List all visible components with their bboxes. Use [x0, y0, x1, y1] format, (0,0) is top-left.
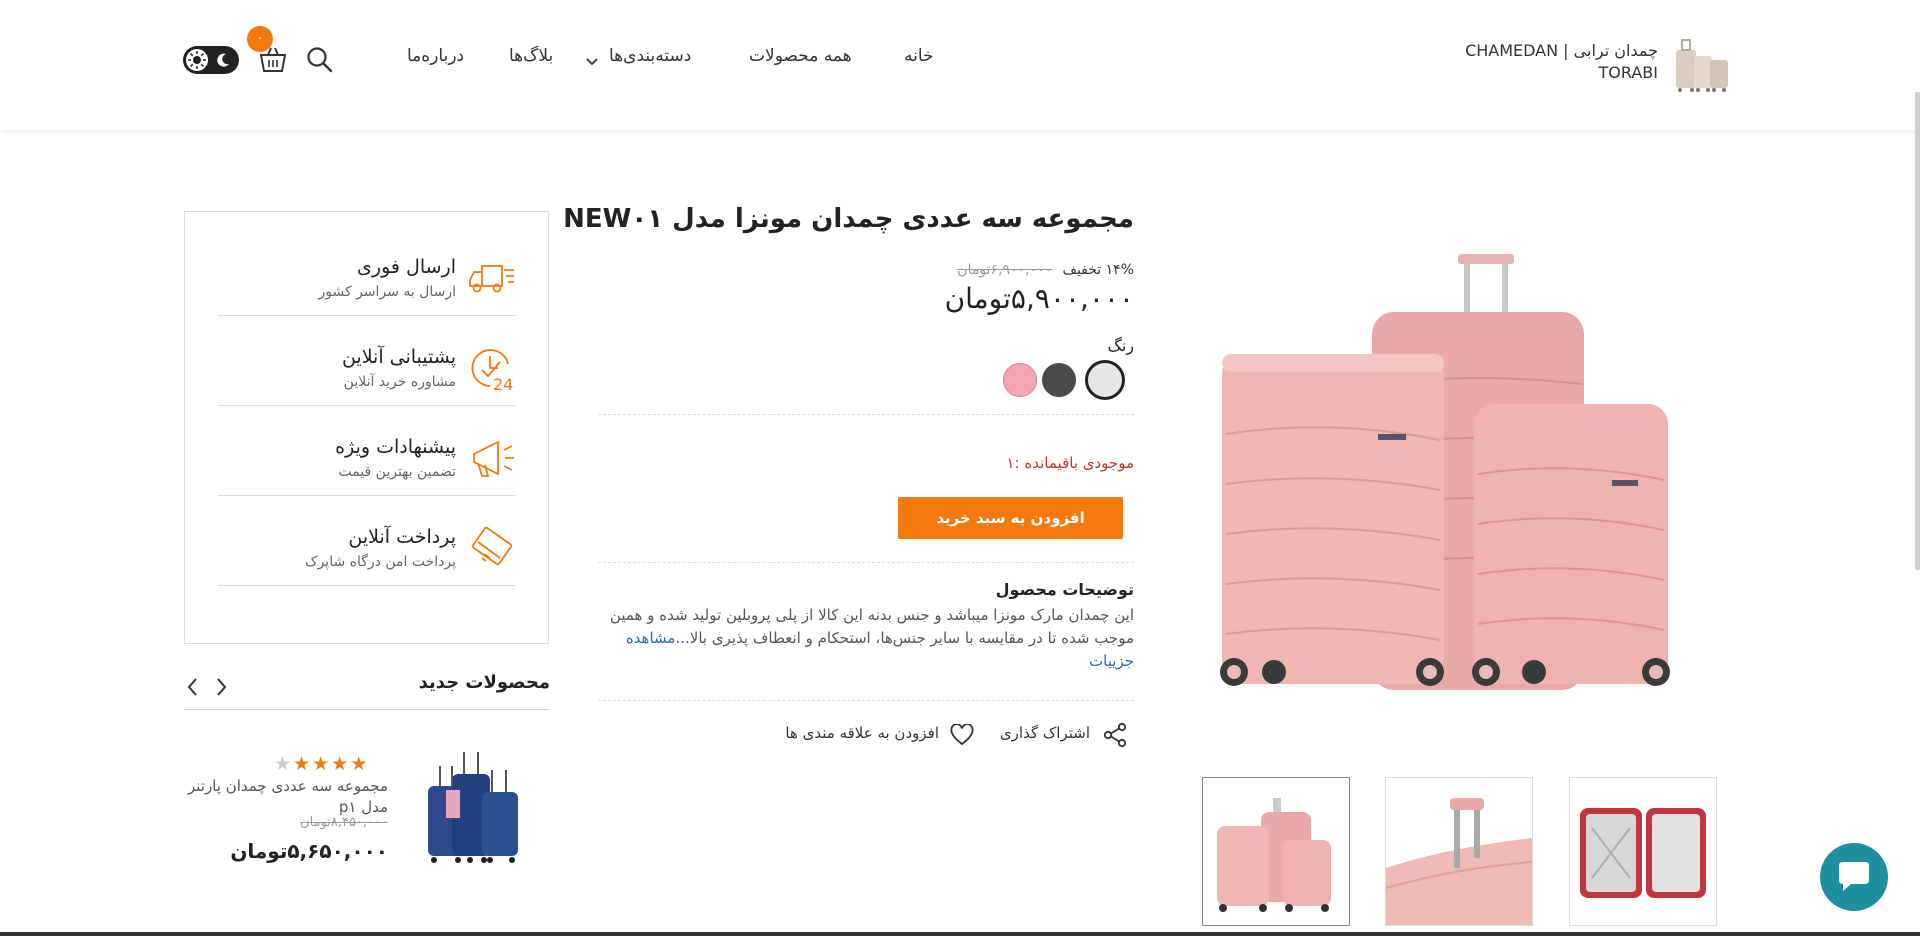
feature-online-payment: پرداخت آنلاین پرداخت امن درگاه شاپرک [218, 496, 516, 586]
brand-logo[interactable] [1672, 36, 1734, 94]
rating-stars: ★★★★★ [274, 753, 369, 775]
nav-blogs[interactable]: بلاگ‌ها [509, 46, 553, 66]
divider [598, 562, 1134, 563]
chevron-right-icon[interactable] [214, 677, 228, 701]
brand-name[interactable]: چمدان ترابی | CHAMEDAN TORABI [1458, 40, 1658, 84]
svg-text:24: 24 [493, 375, 513, 392]
chat-button[interactable] [1820, 843, 1888, 911]
share-icon[interactable] [1102, 722, 1128, 752]
thumbnail-3[interactable] [1569, 777, 1717, 926]
description-text: این چمدان مارک مونزا میباشد و جنس بدنه ا… [609, 606, 1134, 647]
feature-subtitle: مشاوره خرید آنلاین [343, 374, 456, 390]
new-product-name[interactable]: مجموعه سه عددی چمدان پارتنر مدل p۱ [178, 776, 388, 818]
chevron-down-icon[interactable] [586, 52, 598, 71]
price-line: ۱۴% تخفیف ۶,۹۰۰,۰۰۰تومان [957, 262, 1134, 278]
product-description: این چمدان مارک مونزا میباشد و جنس بدنه ا… [598, 604, 1134, 673]
site-header: چمدان ترابی | CHAMEDAN TORABI خانه همه م… [0, 0, 1920, 130]
thumbnail-2[interactable] [1385, 777, 1533, 926]
search-icon[interactable] [306, 46, 334, 78]
divider [598, 700, 1134, 701]
bottom-bar [0, 932, 1920, 936]
feature-subtitle: ارسال به سراسر کشور [318, 284, 456, 300]
share-label[interactable]: اشتراک گذاری [1000, 724, 1090, 742]
discount-label: ۱۴% تخفیف [1062, 262, 1134, 278]
theme-toggle[interactable] [183, 46, 239, 74]
megaphone-icon [468, 434, 516, 482]
nav-categories[interactable]: دسته‌بندی‌ها [609, 46, 691, 66]
feature-title: پرداخت آنلاین [348, 526, 456, 548]
star-filled-icon: ★ [293, 753, 313, 775]
feature-subtitle: پرداخت امن درگاه شاپرک [305, 554, 456, 570]
color-swatch-light-gray[interactable] [1085, 360, 1125, 400]
feature-title: ارسال فوری [357, 256, 456, 278]
nav-home[interactable]: خانه [904, 46, 934, 66]
new-product-old-price: ۸,۴۵۰,۰۰۰تومان [300, 815, 388, 830]
truck-icon [468, 254, 516, 302]
feature-title: پشتیبانی آنلاین [341, 346, 456, 368]
heart-icon[interactable] [950, 723, 974, 750]
thumbnail-1[interactable] [1202, 777, 1350, 926]
color-swatch-pink[interactable] [1003, 363, 1037, 397]
stock-status: موجودی باقیمانده :۱ [1006, 454, 1134, 472]
description-title: توضیحات محصول [995, 580, 1134, 599]
product-main-image[interactable] [1202, 244, 1718, 742]
new-product-price: ۵,۶۵۰,۰۰۰تومان [230, 839, 388, 863]
color-label: رنگ [1107, 336, 1135, 355]
support-24-icon: 24 [468, 344, 516, 394]
color-swatch-dark-gray[interactable] [1042, 363, 1076, 397]
feature-fast-shipping: ارسال فوری ارسال به سراسر کشور [218, 226, 516, 316]
star-empty-icon: ★ [274, 753, 294, 775]
feature-special-offers: پیشنهادات ویژه تضمین بهترین قیمت [218, 406, 516, 496]
page-scrollbar[interactable] [1915, 92, 1920, 570]
feature-title: پیشنهادات ویژه [335, 436, 456, 458]
star-filled-icon: ★ [312, 753, 332, 775]
cart-count-badge: ۰ [247, 26, 273, 52]
star-filled-icon: ★ [350, 753, 370, 775]
moon-icon [215, 52, 231, 72]
chevron-left-icon[interactable] [186, 677, 200, 701]
chat-bubble-icon [1837, 861, 1871, 897]
card-icon [468, 524, 516, 572]
wishlist-label[interactable]: افزودن به علاقه مندی ها [785, 724, 939, 742]
old-price: ۶,۹۰۰,۰۰۰تومان [957, 262, 1053, 278]
new-products-title: محصولات جدید [418, 672, 550, 693]
new-product-image[interactable] [420, 746, 530, 874]
nav-all-products[interactable]: همه محصولات [749, 46, 852, 66]
product-title: مجموعه سه عددی چمدان مونزا مدل NEW۰۱ [563, 204, 1134, 234]
star-filled-icon: ★ [331, 753, 351, 775]
feature-online-support: 24 پشتیبانی آنلاین مشاوره خرید آنلاین [218, 316, 516, 406]
feature-subtitle: تضمین بهترین قیمت [338, 464, 456, 480]
sun-icon [186, 49, 208, 71]
features-panel: ارسال فوری ارسال به سراسر کشور 24 پشتیبا… [184, 211, 549, 644]
divider [598, 414, 1134, 415]
nav-about[interactable]: درباره‌ما [407, 46, 464, 66]
product-price: ۵,۹۰۰,۰۰۰تومان [944, 282, 1134, 315]
add-to-cart-button[interactable]: افزودن به سبد خرید [898, 497, 1123, 539]
section-divider [184, 709, 549, 710]
